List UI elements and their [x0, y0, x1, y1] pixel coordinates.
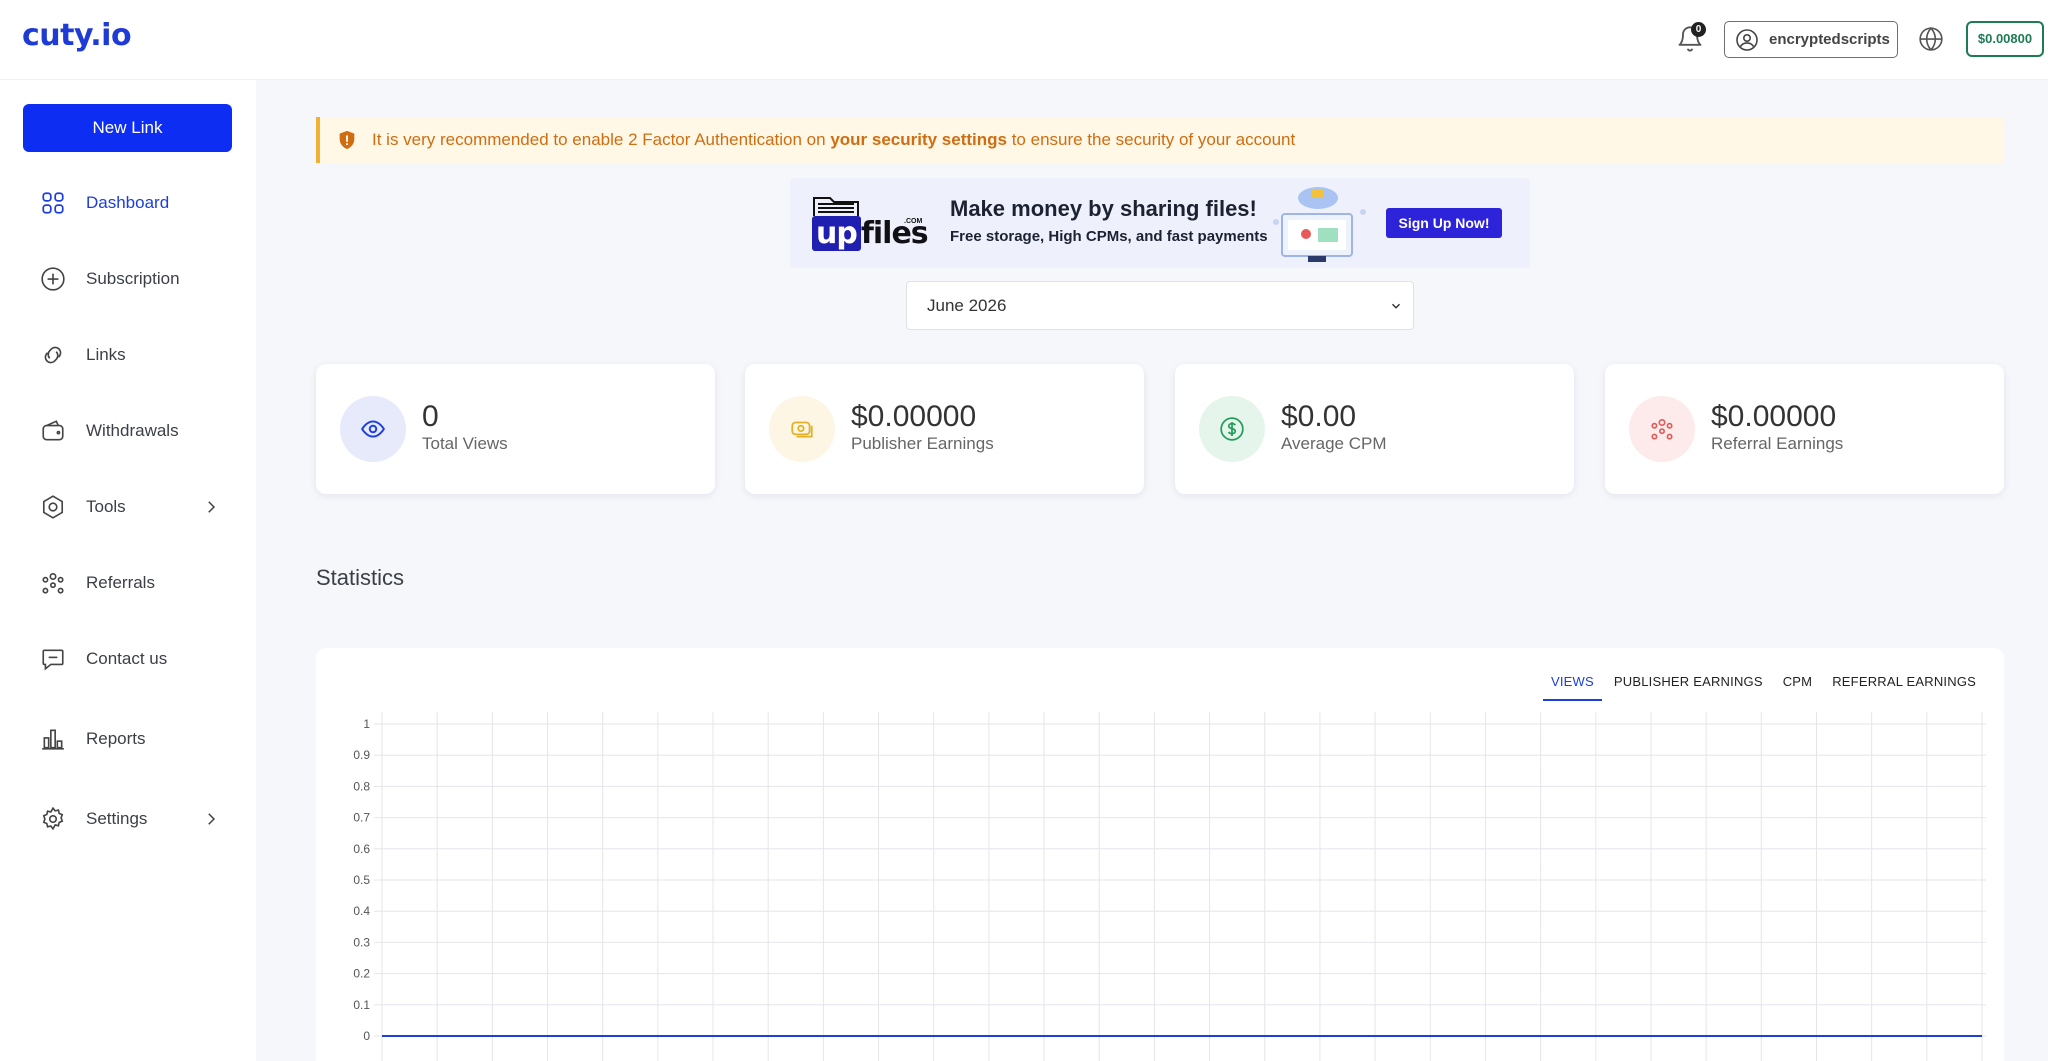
top-header: cuty.io 0 encryptedscripts $0.00800 — [0, 0, 2048, 80]
two-factor-alert: It is very recommended to enable 2 Facto… — [316, 117, 2004, 163]
stat-card-total-views: 0 Total Views — [316, 364, 715, 494]
sidebar-item-settings[interactable]: Settings — [40, 801, 220, 837]
stat-label: Referral Earnings — [1711, 434, 1844, 453]
y-tick-label: 0.4 — [353, 904, 370, 918]
alert-text: It is very recommended to enable 2 Facto… — [372, 130, 1295, 150]
sidebar-item-reports[interactable]: Reports — [40, 721, 220, 757]
y-tick-label: 0 — [363, 1029, 370, 1043]
y-tick-label: 0.1 — [353, 998, 370, 1012]
dashboard-icon — [42, 192, 64, 214]
y-tick-label: 0.7 — [353, 811, 370, 825]
chevron-down-icon — [1391, 303, 1401, 309]
sidebar-item-label: Reports — [86, 729, 146, 748]
referrals-icon — [1651, 418, 1673, 440]
sign-up-now-button[interactable]: Sign Up Now! — [1386, 208, 1502, 238]
y-tick-label: 0.5 — [353, 873, 370, 887]
sidebar-item-subscription[interactable]: Subscription — [40, 261, 220, 297]
stat-card-referral-earnings: $0.00000 Referral Earnings — [1605, 364, 2004, 494]
globe-icon[interactable] — [1918, 26, 1944, 52]
sidebar-item-label: Links — [86, 345, 126, 364]
banner-subline: Free storage, High CPMs, and fast paymen… — [950, 228, 1268, 245]
sidebar-item-dashboard[interactable]: Dashboard — [40, 185, 220, 221]
tools-icon — [42, 495, 64, 519]
sidebar-item-label: Settings — [86, 809, 148, 828]
sidebar-item-label: Contact us — [86, 649, 168, 668]
stat-icon-circle — [769, 396, 835, 462]
stat-label: Total Views — [422, 434, 508, 453]
sidebar: New Link Dashboard Subscription Links Wi… — [0, 80, 256, 1061]
sidebar-item-links[interactable]: Links — [40, 337, 220, 373]
folder-icon — [813, 197, 859, 216]
sidebar-item-tools[interactable]: Tools — [40, 489, 220, 525]
statistics-chart-panel: VIEWS PUBLISHER EARNINGS CPM REFERRAL EA… — [316, 648, 2004, 1061]
notification-badge: 0 — [1691, 22, 1706, 37]
bar-chart-icon — [42, 729, 64, 750]
sidebar-item-label: Tools — [86, 497, 126, 516]
stat-value: $0.00000 — [1711, 400, 1837, 433]
user-menu-button[interactable]: encryptedscripts — [1724, 21, 1898, 58]
logo[interactable]: cuty.io — [22, 18, 132, 53]
eye-icon — [361, 420, 385, 438]
alert-text-before: It is very recommended to enable 2 Facto… — [372, 130, 831, 149]
y-tick-label: 0.2 — [353, 967, 370, 981]
stat-label: Publisher Earnings — [851, 434, 994, 453]
user-circle-icon — [1736, 28, 1758, 51]
banner-headline: Make money by sharing files! — [950, 196, 1257, 221]
sidebar-item-label: Subscription — [86, 269, 180, 288]
gear-icon — [42, 806, 64, 831]
statistics-title: Statistics — [316, 565, 405, 590]
alert-text-after: to ensure the security of your account — [1006, 130, 1296, 149]
upfiles-logo-tld: .COM — [904, 218, 923, 225]
sidebar-item-contact-us[interactable]: Contact us — [40, 641, 220, 677]
stat-icon-circle — [340, 396, 406, 462]
plus-circle-icon — [41, 267, 65, 291]
sidebar-item-label: Withdrawals — [86, 421, 179, 440]
stat-label: Average CPM — [1281, 434, 1387, 453]
sidebar-item-withdrawals[interactable]: Withdrawals — [40, 413, 220, 449]
stat-card-average-cpm: $0.00 Average CPM — [1175, 364, 1574, 494]
stat-icon-circle — [1199, 396, 1265, 462]
link-icon — [44, 346, 62, 364]
wallet-icon — [42, 420, 64, 441]
cloud-computer-illustration — [1273, 187, 1366, 262]
chevron-right-icon — [208, 501, 216, 513]
shield-warning-icon — [339, 130, 355, 150]
y-tick-label: 0.9 — [353, 748, 370, 762]
stat-value: $0.00 — [1281, 400, 1357, 433]
new-link-button[interactable]: New Link — [23, 104, 232, 152]
stat-icon-circle — [1629, 396, 1695, 462]
upfiles-logo-up: up — [812, 216, 861, 251]
referrals-icon — [42, 572, 64, 594]
views-line-chart: 1 0.9 0.8 0.7 0.6 0.5 0.4 0.3 0.2 0.1 0 — [353, 712, 1986, 1061]
y-tick-label: 1 — [363, 717, 370, 731]
balance-button[interactable]: $0.00800 — [1966, 21, 2044, 57]
month-select-value: June 2026 — [927, 295, 1007, 315]
sidebar-item-label: Dashboard — [86, 193, 170, 212]
sidebar-item-label: Referrals — [86, 573, 155, 592]
sidebar-item-referrals[interactable]: Referrals — [40, 565, 220, 601]
dollar-circle-icon — [1220, 417, 1244, 441]
money-icon — [791, 421, 813, 438]
y-tick-label: 0.3 — [353, 935, 370, 949]
chat-icon — [42, 649, 64, 671]
y-tick-label: 0.6 — [353, 842, 370, 856]
upfiles-ad-banner[interactable]: up files .COM Make money by sharing files… — [790, 178, 1530, 268]
stat-value: $0.00000 — [851, 400, 977, 433]
month-select[interactable]: June 2026 — [906, 281, 1414, 330]
stat-value: 0 — [422, 400, 439, 433]
chevron-right-icon — [208, 813, 216, 825]
stat-card-publisher-earnings: $0.00000 Publisher Earnings — [745, 364, 1144, 494]
y-tick-label: 0.8 — [353, 779, 370, 793]
username: encryptedscripts — [1769, 31, 1890, 48]
security-settings-link[interactable]: your security settings — [830, 130, 1007, 149]
